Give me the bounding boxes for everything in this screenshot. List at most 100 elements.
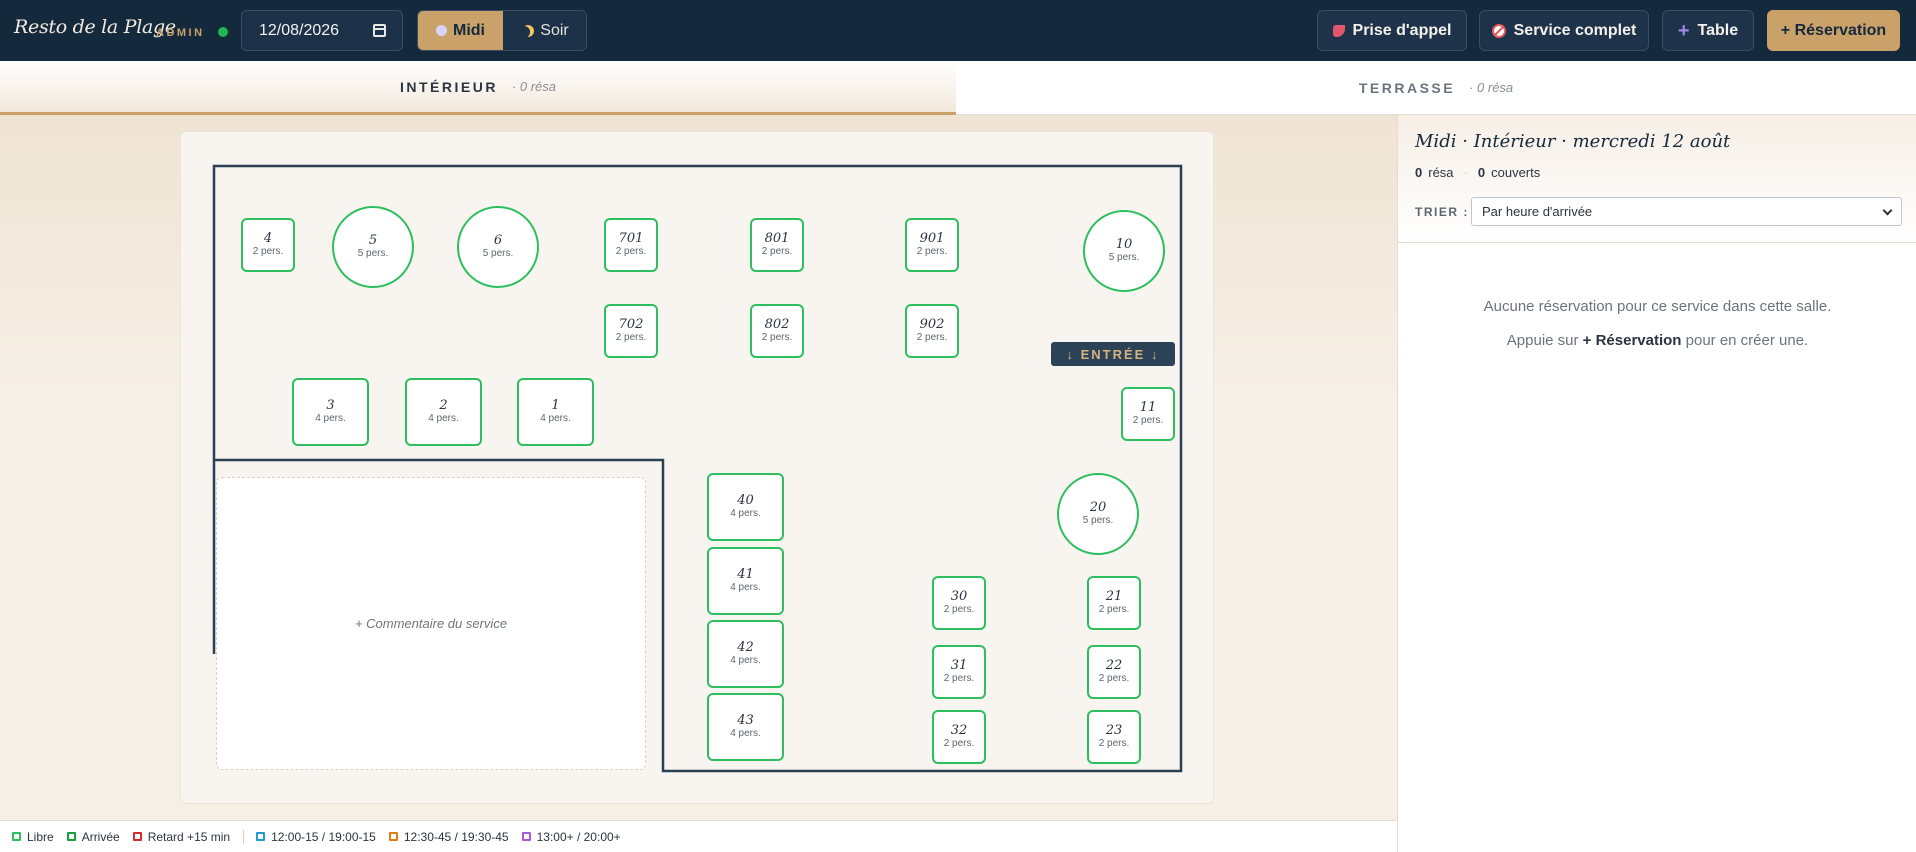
- table-22[interactable]: 22 2 pers.: [1087, 645, 1141, 699]
- table-capacity: 4 pers.: [730, 582, 761, 594]
- table-capacity: 2 pers.: [943, 604, 975, 616]
- table-3[interactable]: 34 pers.: [292, 378, 369, 446]
- table-5[interactable]: 55 pers.: [332, 206, 414, 288]
- table-capacity: 2 pers.: [916, 332, 948, 344]
- table-capacity: 4 pers.: [730, 728, 761, 740]
- table-4[interactable]: 42 pers.: [241, 218, 295, 272]
- table-801[interactable]: 801 2 pers.: [750, 218, 804, 272]
- legend-item-slot-2: 12:30-45 / 19:30-45: [388, 829, 509, 844]
- table-number: 1: [551, 397, 560, 413]
- table-41[interactable]: 41 4 pers.: [707, 547, 784, 615]
- legend-swatch: [66, 832, 76, 841]
- table-capacity: 2 pers.: [1098, 604, 1130, 616]
- table-10[interactable]: 10 5 pers.: [1083, 210, 1165, 292]
- table-20[interactable]: 20 5 pers.: [1057, 473, 1139, 555]
- table-capacity: 4 pers.: [315, 413, 346, 425]
- table-capacity: 5 pers.: [1108, 252, 1140, 264]
- legend-item-arrivee: Arrivée: [66, 829, 120, 844]
- sort-select-value: Par heure d'arrivée: [1482, 204, 1593, 219]
- sort-label: TRIER :: [1415, 205, 1469, 219]
- table-number: 42: [737, 639, 754, 655]
- table-number: 10: [1115, 236, 1133, 252]
- covers-count: 0: [1477, 165, 1486, 180]
- table-23[interactable]: 23 2 pers.: [1087, 710, 1141, 764]
- legend-label: 12:00-15 / 19:00-15: [271, 829, 376, 844]
- table-number: 20: [1089, 499, 1107, 515]
- table-capacity: 5 pers.: [357, 248, 389, 260]
- legend-label: 13:00+ / 20:00+: [536, 829, 621, 844]
- table-32[interactable]: 32 2 pers.: [932, 710, 986, 764]
- empty-state-message: Aucune réservation pour ce service dans …: [1483, 298, 1832, 315]
- empty-hint-prefix: Appuie sur: [1506, 332, 1579, 349]
- sort-select[interactable]: Par heure d'arrivée: [1471, 197, 1902, 226]
- status-legend: Libre Arrivée Retard +15 min 12:00-15 / …: [0, 820, 1397, 852]
- table-number: 23: [1105, 722, 1123, 738]
- table-11[interactable]: 11 2 pers.: [1121, 387, 1175, 441]
- table-802[interactable]: 802 2 pers.: [750, 304, 804, 358]
- empty-hint-suffix: pour en créer une.: [1685, 332, 1809, 349]
- resa-count: 0: [1415, 165, 1423, 180]
- service-comment-placeholder: + Commentaire du service: [354, 616, 508, 631]
- legend-label: Retard +15 min: [147, 829, 231, 844]
- table-21[interactable]: 21 2 pers.: [1087, 576, 1141, 630]
- table-701[interactable]: 701 2 pers.: [604, 218, 658, 272]
- table-number: 901: [919, 230, 945, 246]
- table-number: 2: [439, 397, 448, 413]
- entrance-marker: ↓ ENTRÉE ↓: [1051, 342, 1175, 366]
- table-902[interactable]: 902 2 pers.: [905, 304, 959, 358]
- table-capacity: 2 pers.: [252, 246, 284, 258]
- panel-title: Midi · Intérieur · mercredi 12 août: [1415, 131, 1731, 152]
- table-number: 43: [737, 712, 754, 728]
- table-capacity: 5 pers.: [482, 248, 514, 260]
- table-number: 3: [326, 397, 335, 413]
- table-number: 802: [764, 316, 790, 332]
- reservations-panel: Midi · Intérieur · mercredi 12 août 0 ré…: [1397, 115, 1916, 852]
- table-number: 5: [368, 232, 378, 248]
- table-702[interactable]: 702 2 pers.: [604, 304, 658, 358]
- table-capacity: 2 pers.: [615, 246, 647, 258]
- table-capacity: 4 pers.: [730, 508, 761, 520]
- legend-swatch: [12, 832, 21, 841]
- table-number: 902: [919, 316, 945, 332]
- table-number: 701: [618, 230, 644, 246]
- table-number: 702: [618, 316, 644, 332]
- table-capacity: 2 pers.: [1132, 415, 1164, 427]
- table-number: 40: [737, 492, 754, 508]
- table-number: 30: [950, 588, 968, 604]
- table-number: 41: [737, 566, 754, 582]
- table-40[interactable]: 40 4 pers.: [707, 473, 784, 541]
- legend-label: Libre: [27, 829, 54, 844]
- legend-swatch: [256, 832, 266, 841]
- panel-stats: 0 résa · 0 couverts: [1415, 165, 1540, 180]
- legend-swatch: [132, 832, 142, 841]
- table-capacity: 4 pers.: [540, 413, 571, 425]
- table-number: 31: [950, 657, 968, 673]
- table-capacity: 4 pers.: [428, 413, 459, 425]
- table-number: 6: [493, 232, 503, 248]
- table-43[interactable]: 43 4 pers.: [707, 693, 784, 761]
- table-42[interactable]: 42 4 pers.: [707, 620, 784, 688]
- panel-header: Midi · Intérieur · mercredi 12 août 0 ré…: [1398, 115, 1916, 243]
- service-comment-box[interactable]: + Commentaire du service: [216, 477, 646, 770]
- legend-label: 12:30-45 / 19:30-45: [403, 829, 509, 844]
- table-capacity: 2 pers.: [1098, 738, 1130, 750]
- legend-swatch: [521, 832, 531, 841]
- chevron-down-icon: [1882, 205, 1893, 216]
- table-capacity: 2 pers.: [615, 332, 647, 344]
- table-30[interactable]: 30 2 pers.: [932, 576, 986, 630]
- table-capacity: 2 pers.: [761, 332, 793, 344]
- table-2[interactable]: 24 pers.: [405, 378, 482, 446]
- table-number: 4: [263, 230, 273, 246]
- table-number: 32: [950, 722, 968, 738]
- legend-item-slot-1: 12:00-15 / 19:00-15: [256, 830, 376, 844]
- table-31[interactable]: 31 2 pers.: [932, 645, 986, 699]
- legend-item-slot-3: 13:00+ / 20:00+: [521, 829, 621, 844]
- table-capacity: 2 pers.: [943, 738, 975, 750]
- table-capacity: 4 pers.: [730, 655, 761, 667]
- legend-divider: [243, 829, 245, 844]
- table-901[interactable]: 901 2 pers.: [905, 218, 959, 272]
- table-6[interactable]: 65 pers.: [457, 206, 539, 288]
- table-1[interactable]: 14 pers.: [517, 378, 594, 446]
- table-number: 801: [764, 230, 790, 246]
- legend-label: Arrivée: [81, 829, 120, 844]
